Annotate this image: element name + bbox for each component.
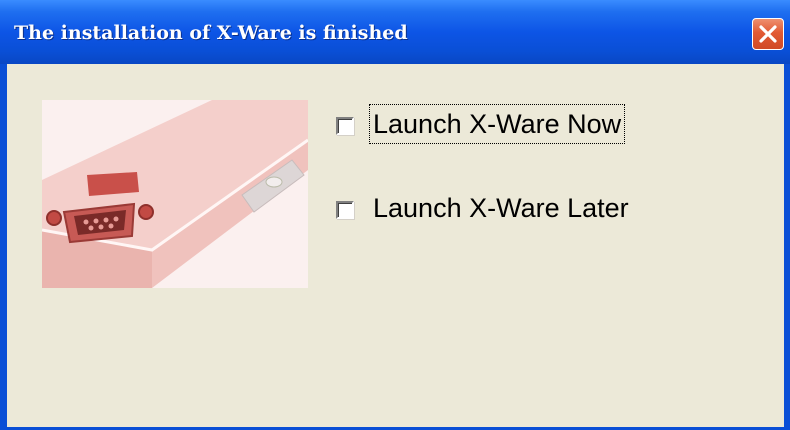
installer-dialog-window: The installation of X-Ware is finished L… (0, 0, 790, 430)
launch-later-checkbox[interactable] (336, 201, 354, 219)
product-image (41, 100, 309, 288)
title-bar[interactable]: The installation of X-Ware is finished (0, 0, 790, 64)
close-button[interactable] (752, 18, 784, 50)
launch-now-label[interactable]: Launch X-Ware Now (368, 104, 626, 144)
launch-later-label[interactable]: Launch X-Ware Later (370, 189, 632, 227)
launch-now-checkbox[interactable] (336, 117, 354, 135)
close-x-icon (759, 25, 777, 43)
dialog-body: Launch X-Ware Now Launch X-Ware Later (7, 64, 784, 427)
window-title: The installation of X-Ware is finished (14, 22, 408, 44)
